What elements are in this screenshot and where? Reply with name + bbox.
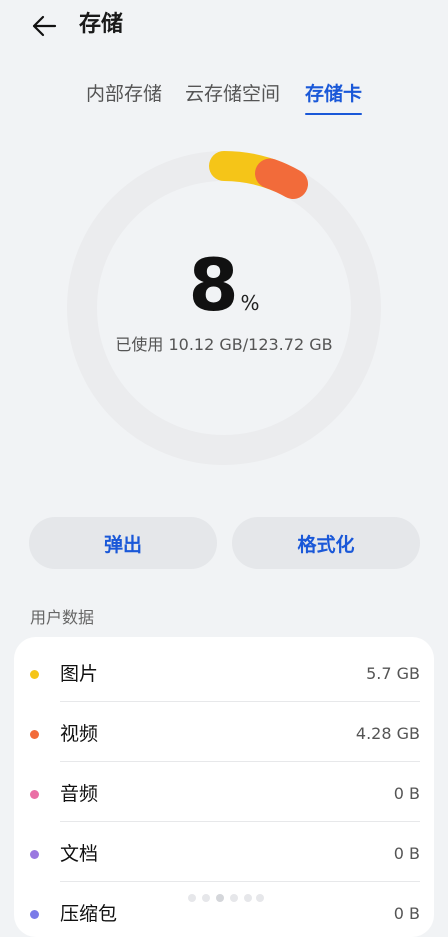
arrow-left-icon (32, 15, 57, 37)
list-item-audio[interactable]: 音频 0 B (14, 762, 434, 822)
documents-color-dot (30, 850, 39, 859)
usage-percent-unit: % (240, 291, 260, 315)
list-item-value: 0 B (393, 844, 420, 863)
user-data-section-label: 用户数据 (30, 608, 95, 627)
usage-percent: 8% (0, 245, 448, 325)
list-item-label: 音频 (60, 783, 99, 805)
back-button[interactable] (26, 8, 62, 44)
tab-memory-card[interactable]: 存储卡 (305, 80, 363, 115)
list-item-documents[interactable]: 文档 0 B (14, 822, 434, 882)
list-item-label: 图片 (60, 663, 99, 685)
format-button[interactable]: 格式化 (232, 517, 420, 569)
storage-tabs: 内部存储 云存储空间 存储卡 (0, 80, 448, 120)
tab-label: 内部存储 (86, 83, 163, 105)
ring-segment-video (255, 158, 308, 199)
images-color-dot (30, 670, 39, 679)
page-title: 存储 (79, 12, 124, 37)
app-header: 存储 (0, 0, 448, 50)
audio-color-dot (30, 790, 39, 799)
list-item-label: 文档 (60, 843, 99, 865)
tab-label: 存储卡 (305, 83, 363, 105)
list-item-value: 0 B (393, 904, 420, 923)
list-item-video[interactable]: 视频 4.28 GB (14, 702, 434, 762)
list-item-value: 5.7 GB (366, 664, 420, 683)
list-item-value: 0 B (393, 784, 420, 803)
user-data-card: 图片 5.7 GB 视频 4.28 GB 音频 0 B 文档 0 B 压缩包 0… (14, 637, 434, 937)
eject-button[interactable]: 弹出 (29, 517, 217, 569)
video-color-dot (30, 730, 39, 739)
tab-active-indicator (305, 112, 363, 115)
list-item-archives[interactable]: 压缩包 0 B (14, 882, 434, 937)
tab-internal-storage[interactable]: 内部存储 (86, 80, 162, 108)
tab-cloud-storage[interactable]: 云存储空间 (185, 80, 280, 108)
list-item-label: 视频 (60, 723, 99, 745)
usage-percent-value: 8 (188, 243, 239, 327)
list-item-value: 4.28 GB (355, 724, 420, 743)
scroll-indicator (188, 894, 264, 902)
list-item-label: 压缩包 (60, 903, 118, 925)
format-button-label: 格式化 (297, 533, 355, 556)
tab-label: 云存储空间 (185, 83, 281, 105)
eject-button-label: 弹出 (103, 533, 142, 556)
usage-used-text: 已使用 10.12 GB/123.72 GB (115, 335, 333, 354)
archives-color-dot (30, 910, 39, 919)
list-item-images[interactable]: 图片 5.7 GB (14, 642, 434, 702)
storage-usage-ring: 8% 已使用 10.12 GB/123.72 GB (0, 135, 448, 485)
